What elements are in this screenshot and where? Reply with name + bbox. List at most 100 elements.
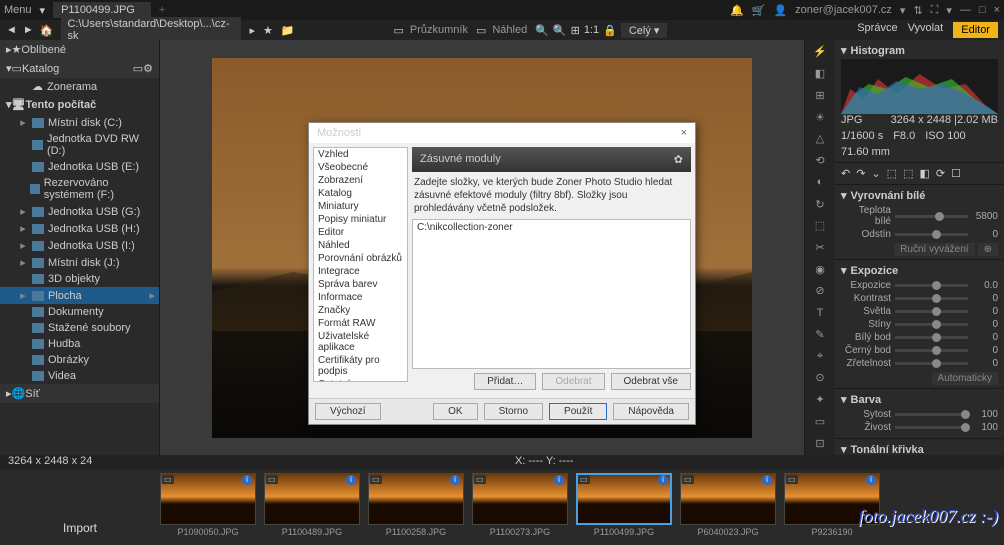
toolbar-icon[interactable]: ⬚	[887, 167, 897, 180]
go-icon[interactable]: ▸	[249, 24, 255, 37]
slider[interactable]	[895, 336, 968, 339]
exposure-auto-button[interactable]: Automaticky	[932, 372, 998, 385]
zoom-out-icon[interactable]: 🔍	[535, 24, 549, 37]
slider[interactable]	[895, 284, 968, 287]
options-category[interactable]: Zobrazení	[314, 174, 407, 187]
plugin-paths-list[interactable]: C:\nikcollection-zoner	[412, 219, 691, 369]
filmstrip-thumb[interactable]: ▭iP1100489.JPG	[262, 473, 362, 537]
fit-mode-dropdown[interactable]: Celý	[629, 25, 651, 37]
toolbar-icon[interactable]: ↶	[841, 167, 850, 180]
options-category[interactable]: Formát RAW	[314, 317, 407, 330]
tool-icon[interactable]: ✂	[811, 240, 829, 256]
tool-icon[interactable]: ↻	[811, 196, 829, 212]
tool-icon[interactable]: ◉	[811, 261, 829, 277]
tool-icon[interactable]: ⌖	[811, 348, 829, 364]
toolbar-icon[interactable]: ↷	[856, 167, 865, 180]
help-button[interactable]: Nápověda	[613, 403, 689, 420]
browser-view-icon[interactable]: ▭	[393, 24, 403, 37]
tool-icon[interactable]: ⊡	[811, 435, 829, 451]
slider[interactable]	[895, 349, 968, 352]
tree-item[interactable]: ▸Jednotka USB (G:)	[0, 203, 159, 220]
zoom-in-icon[interactable]: 🔍	[553, 24, 567, 37]
this-pc-header[interactable]: Tento počítač	[26, 99, 97, 111]
tree-item[interactable]: Rezervováno systémem (F:)	[0, 175, 159, 203]
tree-item[interactable]: Dokumenty	[0, 304, 159, 320]
tool-icon[interactable]: ☀	[811, 109, 829, 125]
tree-item[interactable]: Stažené soubory	[0, 320, 159, 336]
minimize-button[interactable]: —	[960, 4, 971, 16]
tool-icon[interactable]: ✎	[811, 327, 829, 343]
favorite-icon[interactable]: ★	[263, 24, 273, 37]
tool-icon[interactable]: ⬚	[811, 218, 829, 234]
options-category[interactable]: Náhled	[314, 239, 407, 252]
options-category[interactable]: Uživatelské aplikace	[314, 330, 407, 354]
options-category[interactable]: Ostatní	[314, 378, 407, 382]
tool-icon[interactable]: ⚡	[811, 44, 829, 60]
filmstrip-thumb[interactable]: ▭iP6040023.JPG	[678, 473, 778, 537]
mode-manager[interactable]: Správce	[857, 22, 897, 38]
tree-item[interactable]: Jednotka DVD RW (D:)	[0, 131, 159, 159]
tool-icon[interactable]: ◐	[811, 174, 829, 190]
document-tab[interactable]: P1100499.JPG	[53, 2, 151, 18]
options-category[interactable]: Všeobecné	[314, 161, 407, 174]
fit-icon[interactable]: ⊞	[571, 24, 580, 37]
cart-icon[interactable]: 🛒	[752, 4, 766, 17]
slider[interactable]	[895, 323, 968, 326]
home-icon[interactable]: 🏠	[40, 24, 54, 37]
tool-icon[interactable]: △	[811, 131, 829, 147]
fullscreen-icon[interactable]: ⛶	[931, 4, 939, 17]
options-gear-icon[interactable]: ✿	[674, 153, 683, 166]
cancel-button[interactable]: Storno	[484, 403, 543, 420]
tool-icon[interactable]: ⊞	[811, 87, 829, 103]
folder-icon[interactable]: 📁	[281, 24, 295, 37]
toolbar-icon[interactable]: ⌄	[871, 167, 880, 180]
browser-view-label[interactable]: Průzkumník	[406, 24, 472, 37]
tool-icon[interactable]: ⟲	[811, 153, 829, 169]
apply-button[interactable]: Použít	[549, 403, 607, 420]
catalog-opts-icon[interactable]: ▭	[133, 62, 143, 75]
nav-forward-icon[interactable]: ►	[23, 24, 34, 37]
options-category[interactable]: Certifikáty pro podpis	[314, 354, 407, 378]
options-category[interactable]: Vzhled	[314, 148, 407, 161]
filmstrip-thumb[interactable]: ▭iP1100499.JPG	[574, 473, 674, 537]
slider[interactable]	[895, 310, 968, 313]
import-button[interactable]: Import	[6, 473, 154, 539]
tree-item[interactable]: ▸Místní disk (J:)	[0, 254, 159, 271]
tree-expand-icon[interactable]: ▾	[6, 62, 12, 75]
new-tab-button[interactable]: +	[159, 4, 165, 16]
options-category[interactable]: Popisy miniatur	[314, 213, 407, 226]
wb-temp-slider[interactable]	[895, 215, 968, 218]
options-category-list[interactable]: VzhledVšeobecnéZobrazeníKatalogMiniatury…	[313, 147, 408, 382]
close-button[interactable]: ×	[994, 4, 1000, 16]
add-path-button[interactable]: Přidat…	[474, 373, 536, 390]
tree-item[interactable]: ▸Jednotka USB (I:)	[0, 237, 159, 254]
tree-item[interactable]: Jednotka USB (E:)	[0, 159, 159, 175]
favorites-header[interactable]: Oblíbené	[21, 44, 66, 56]
bell-icon[interactable]: 🔔	[730, 4, 744, 17]
tool-icon[interactable]: ⊘	[811, 283, 829, 299]
user-label[interactable]: zoner@jacek007.cz	[795, 4, 892, 16]
options-category[interactable]: Porovnání obrázků	[314, 252, 407, 265]
preview-view-icon[interactable]: ▭	[476, 24, 486, 37]
wb-picker-icon[interactable]: ⊕	[978, 243, 998, 256]
zonerama-item[interactable]: Zonerama	[47, 81, 97, 93]
slider[interactable]	[895, 297, 968, 300]
options-category[interactable]: Značky	[314, 304, 407, 317]
nav-back-icon[interactable]: ◄	[6, 24, 17, 37]
tree-item[interactable]: ▸Místní disk (C:)	[0, 114, 159, 131]
mode-editor[interactable]: Editor	[953, 22, 998, 38]
maximize-button[interactable]: □	[979, 4, 986, 16]
catalog-header[interactable]: Katalog	[22, 63, 59, 75]
filmstrip-thumb[interactable]: ▭iP1100258.JPG	[366, 473, 466, 537]
options-category[interactable]: Katalog	[314, 187, 407, 200]
ok-button[interactable]: OK	[433, 403, 477, 420]
slider[interactable]	[895, 362, 968, 365]
toolbar-icon[interactable]: ⟳	[936, 167, 945, 180]
sync-icon[interactable]: ⇅	[913, 4, 922, 17]
tree-item[interactable]: Hudba	[0, 336, 159, 352]
tree-item[interactable]: ▸Plocha▸	[0, 287, 159, 304]
tool-icon[interactable]: ◧	[811, 66, 829, 82]
catalog-gear-icon[interactable]: ⚙	[143, 62, 153, 75]
slider[interactable]	[895, 413, 968, 416]
menu-arrow[interactable]: ▾	[40, 4, 46, 17]
